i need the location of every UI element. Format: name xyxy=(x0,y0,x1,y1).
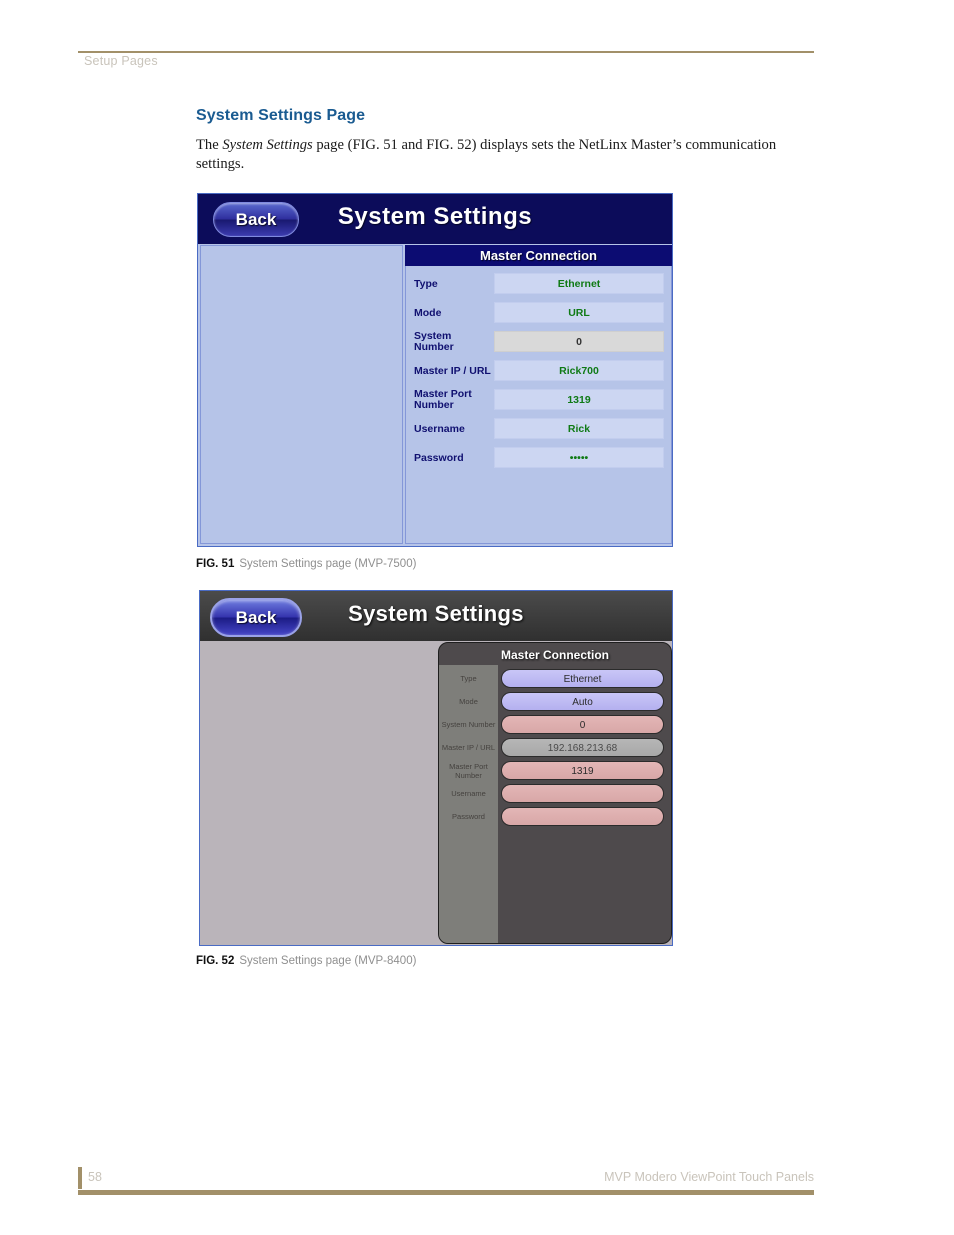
body-paragraph: The System Settings page (FIG. 51 and FI… xyxy=(196,136,796,174)
row-label: Type xyxy=(414,277,438,290)
master-connection-card: Master Connection Type Ethernet Mode Aut… xyxy=(438,642,672,944)
row-label: Type xyxy=(460,674,477,683)
table-row: Password ••••• xyxy=(406,444,671,472)
left-blank-pane xyxy=(200,245,403,544)
figure-mvp7500: Back System Settings Master Connection T… xyxy=(197,193,673,547)
row-label: Username xyxy=(414,422,465,435)
row-label: Master IP / URL xyxy=(414,364,491,377)
figure-caption-text: System Settings page (MVP-8400) xyxy=(239,955,417,967)
row-value-mode[interactable]: Auto xyxy=(501,692,664,711)
table-row: Username Rick xyxy=(406,415,671,443)
row-label: Mode xyxy=(414,306,442,319)
table-row: Master IP / URL 192.168.213.68 xyxy=(439,736,671,759)
row-value-password[interactable] xyxy=(501,807,664,826)
table-row: System Number 0 xyxy=(439,713,671,736)
table-row: Type Ethernet xyxy=(406,270,671,298)
master-connection-header: Master Connection xyxy=(405,245,672,266)
table-row: Type Ethernet xyxy=(439,667,671,690)
row-label: Mode xyxy=(459,697,478,706)
running-header: Setup Pages xyxy=(84,54,158,68)
row-value-username[interactable] xyxy=(501,784,664,803)
row-label: Password xyxy=(452,812,485,821)
master-connection-header: Master Connection xyxy=(500,648,609,662)
table-row: System Number 0 xyxy=(406,328,671,356)
row-label: System Number xyxy=(414,330,454,353)
footer-tab-mark xyxy=(78,1167,82,1189)
row-value-system-number[interactable]: 0 xyxy=(501,715,664,734)
figure-caption-text: System Settings page (MVP-7500) xyxy=(239,558,417,570)
row-label: Master Port Number xyxy=(414,388,472,411)
table-row: Master Port Number 1319 xyxy=(439,759,671,782)
row-value-type[interactable]: Ethernet xyxy=(501,669,664,688)
row-value-master-port[interactable]: 1319 xyxy=(494,389,664,410)
row-label: Username xyxy=(451,789,486,798)
page-title: System Settings Page xyxy=(196,107,366,124)
paragraph-italic-term: System Settings xyxy=(222,137,313,153)
panel-title: System Settings xyxy=(337,203,533,230)
row-value-password[interactable]: ••••• xyxy=(494,447,664,468)
figure-caption-label: FIG. 51 xyxy=(196,558,235,570)
table-row: Master IP / URL Rick700 xyxy=(406,357,671,385)
figure-caption-label: FIG. 52 xyxy=(196,955,235,967)
table-row: Mode Auto xyxy=(439,690,671,713)
table-row: Master Port Number 1319 xyxy=(406,386,671,414)
header-rule xyxy=(78,51,814,53)
row-label: Master IP / URL xyxy=(441,743,496,752)
row-value-type[interactable]: Ethernet xyxy=(494,273,664,294)
footer-title: MVP Modero ViewPoint Touch Panels xyxy=(604,1170,814,1184)
row-value-master-ip[interactable]: Rick700 xyxy=(494,360,664,381)
paragraph-prefix: The xyxy=(196,137,223,153)
row-value-mode[interactable]: URL xyxy=(494,302,664,323)
figure-caption: FIG. 51 System Settings page (MVP-7500) xyxy=(196,558,416,570)
footer-page-number: 58 xyxy=(88,1170,102,1184)
table-row: Mode URL xyxy=(406,299,671,327)
row-label: Password xyxy=(414,451,464,464)
figure-mvp8400: Back System Settings Master Connection T… xyxy=(199,590,673,946)
master-connection-pane: Type Ethernet Mode URL System Number 0 M… xyxy=(405,266,672,544)
row-label: System Number xyxy=(441,720,496,729)
row-value-system-number[interactable]: 0 xyxy=(494,331,664,352)
row-value-username[interactable]: Rick xyxy=(494,418,664,439)
footer-rule xyxy=(78,1190,814,1195)
figure-caption: FIG. 52 System Settings page (MVP-8400) xyxy=(196,955,416,967)
row-value-master-port[interactable]: 1319 xyxy=(501,761,664,780)
row-label: Master Port Number xyxy=(449,761,488,780)
table-row: Password xyxy=(439,805,671,828)
row-value-master-ip[interactable]: 192.168.213.68 xyxy=(501,738,664,757)
table-row: Username xyxy=(439,782,671,805)
panel-title: System Settings xyxy=(348,601,524,626)
